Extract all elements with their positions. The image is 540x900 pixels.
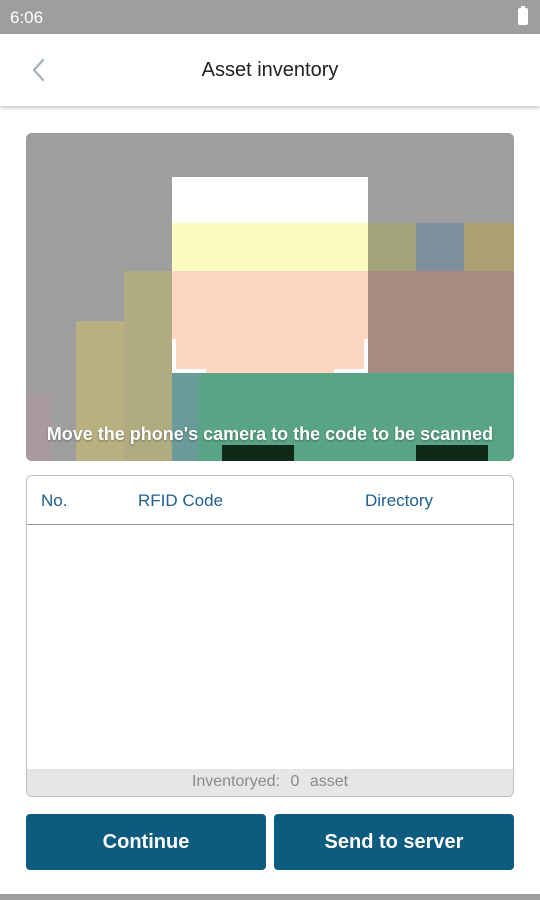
camera-feed-block: [172, 223, 368, 273]
camera-feed-block: [368, 223, 416, 273]
column-header-directory: Directory: [365, 491, 434, 510]
scan-frame-corner: [172, 339, 206, 373]
navigation-bar: [0, 894, 540, 900]
status-time: 6:06: [10, 8, 44, 27]
camera-feed-block: [222, 445, 294, 461]
inventory-summary: Inventoryed: 0 asset: [27, 769, 513, 796]
camera-feed-block: [464, 223, 514, 273]
send-to-server-button[interactable]: Send to server: [274, 814, 514, 870]
app-bar: Asset inventory: [0, 34, 540, 106]
table-body[interactable]: [27, 525, 513, 770]
scan-frame-corner: [334, 339, 368, 373]
camera-feed-block: [172, 373, 198, 461]
table-header: No. RFID Code Directory: [27, 476, 513, 525]
scan-hint: Move the phone's camera to the code to b…: [46, 424, 494, 444]
inventory-count: 0: [290, 773, 300, 790]
column-header-rfid-code: RFID Code: [138, 491, 224, 510]
camera-preview[interactable]: Move the phone's camera to the code to b…: [26, 133, 514, 461]
column-header-no: No.: [41, 491, 68, 510]
battery-icon: [518, 6, 528, 25]
scan-frame-corner: [172, 177, 206, 211]
inventory-summary-label: Inventoryed:: [191, 773, 280, 790]
camera-feed-block: [416, 223, 464, 273]
inventory-table: No. RFID Code Directory Inventoryed: 0 a…: [26, 475, 514, 797]
inventory-unit: asset: [309, 773, 349, 790]
status-bar: 6:06: [0, 0, 540, 34]
continue-button[interactable]: Continue: [26, 814, 266, 870]
scan-frame-corner: [334, 177, 368, 211]
page-title: Asset inventory: [201, 59, 339, 81]
camera-feed-block: [416, 445, 488, 461]
camera-feed-block: [368, 271, 514, 373]
